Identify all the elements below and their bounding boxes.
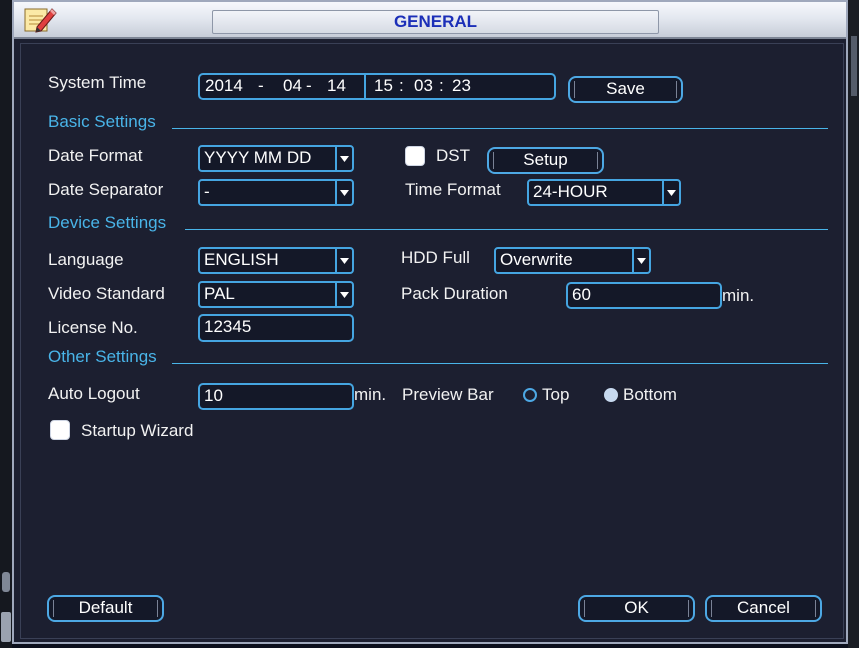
date-separator: - <box>258 76 264 95</box>
hour-field[interactable]: 15 <box>374 75 393 97</box>
video-standard-label: Video Standard <box>48 284 165 303</box>
preview-top-label: Top <box>542 385 570 404</box>
license-input[interactable]: 12345 <box>198 314 354 342</box>
time-format-select[interactable]: 24-HOUR <box>527 179 681 206</box>
settings-pencil-icon <box>22 5 58 35</box>
time-separator: : <box>439 76 444 95</box>
year-field[interactable]: 2014 <box>205 75 243 97</box>
section-divider <box>185 229 828 230</box>
date-format-value: YYYY MM DD <box>204 148 312 167</box>
date-format-select[interactable]: YYYY MM DD <box>198 145 354 172</box>
right-edge-strip <box>848 0 859 648</box>
chevron-down-icon[interactable] <box>335 283 352 306</box>
preview-bar-label: Preview Bar <box>402 385 494 404</box>
dst-setup-button[interactable]: Setup <box>487 147 604 174</box>
date-separator-label: Date Separator <box>48 180 164 199</box>
day-field[interactable]: 14 <box>327 75 346 97</box>
edge-nub <box>2 572 10 592</box>
edge-nub <box>1 612 11 642</box>
month-field[interactable]: 04 <box>283 75 302 97</box>
time-format-label: Time Format <box>405 180 501 199</box>
edge-nub <box>851 36 857 96</box>
auto-logout-input[interactable]: 10 <box>198 383 354 410</box>
pack-duration-unit: min. <box>722 286 755 305</box>
hdd-full-label: HDD Full <box>401 248 470 267</box>
minute-field[interactable]: 03 <box>414 75 433 97</box>
chevron-down-icon[interactable] <box>632 249 649 272</box>
ok-button-label: OK <box>624 598 649 617</box>
chevron-down-icon[interactable] <box>335 249 352 272</box>
window-title: GENERAL <box>212 10 659 34</box>
auto-logout-label: Auto Logout <box>48 384 140 403</box>
video-standard-select[interactable]: PAL <box>198 281 354 308</box>
dst-checkbox[interactable] <box>405 146 425 166</box>
system-time-label: System Time <box>48 73 147 92</box>
system-time-field[interactable]: 2014 - 04 - 14 15 : 03 : 23 <box>198 73 556 100</box>
section-divider <box>172 128 828 129</box>
save-button-label: Save <box>606 79 645 98</box>
auto-logout-value: 10 <box>204 386 223 405</box>
language-label: Language <box>48 250 124 269</box>
chevron-down-icon[interactable] <box>335 147 352 170</box>
date-separator-value: - <box>204 182 210 201</box>
time-separator: : <box>399 76 404 95</box>
language-value: ENGLISH <box>204 250 279 269</box>
chevron-down-icon[interactable] <box>662 181 679 204</box>
hdd-full-select[interactable]: Overwrite <box>494 247 651 274</box>
date-time-divider <box>364 75 366 98</box>
section-divider <box>172 363 828 364</box>
default-button[interactable]: Default <box>47 595 164 622</box>
chevron-down-icon[interactable] <box>335 181 352 204</box>
date-separator: - <box>306 76 312 95</box>
pack-duration-input[interactable]: 60 <box>566 282 722 309</box>
license-value: 12345 <box>204 317 252 336</box>
setup-button-label: Setup <box>523 150 568 169</box>
ok-button[interactable]: OK <box>578 595 695 622</box>
preview-top-radio[interactable] <box>523 388 537 402</box>
startup-wizard-checkbox[interactable] <box>50 420 70 440</box>
dst-label: DST <box>436 146 470 165</box>
time-format-value: 24-HOUR <box>533 182 608 201</box>
date-separator-select[interactable]: - <box>198 179 354 206</box>
other-settings-header: Other Settings <box>48 347 157 366</box>
pack-duration-value: 60 <box>572 285 591 304</box>
device-settings-header: Device Settings <box>48 213 167 232</box>
default-button-label: Default <box>78 598 133 617</box>
save-button[interactable]: Save <box>568 76 683 103</box>
basic-settings-header: Basic Settings <box>48 112 156 131</box>
preview-bottom-label: Bottom <box>623 385 677 404</box>
hdd-full-value: Overwrite <box>500 250 573 269</box>
content-panel <box>20 43 844 639</box>
left-edge-strip <box>0 0 12 648</box>
second-field[interactable]: 23 <box>452 75 471 97</box>
date-format-label: Date Format <box>48 146 143 165</box>
cancel-button[interactable]: Cancel <box>705 595 822 622</box>
license-label: License No. <box>48 318 138 337</box>
cancel-button-label: Cancel <box>737 598 790 617</box>
startup-wizard-label: Startup Wizard <box>81 421 194 440</box>
language-select[interactable]: ENGLISH <box>198 247 354 274</box>
auto-logout-unit: min. <box>354 385 387 404</box>
preview-bottom-radio[interactable] <box>604 388 618 402</box>
video-standard-value: PAL <box>204 284 235 303</box>
pack-duration-label: Pack Duration <box>401 284 508 303</box>
